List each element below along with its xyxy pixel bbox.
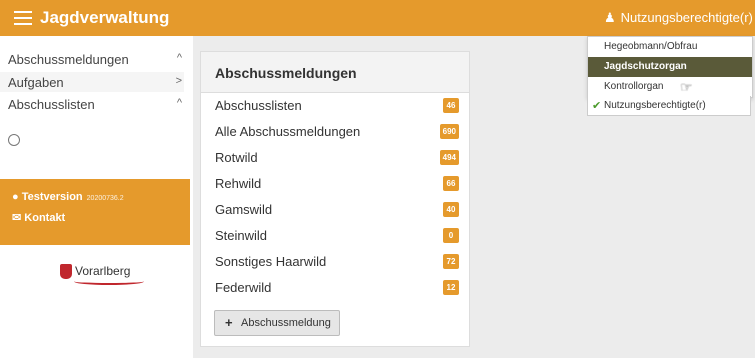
list-item-gamswild[interactable]: Gamswild 40: [215, 202, 459, 220]
dropdown-item-nutzungsberechtigte[interactable]: ✔ Nutzungsberechtigte(r): [587, 96, 751, 116]
list-item-label: Alle Abschussmeldungen: [215, 124, 361, 139]
count-badge: 12: [443, 280, 459, 295]
sidebar-item-label: Abschussmeldungen: [8, 52, 129, 67]
list-item-label: Gamswild: [215, 202, 273, 217]
list-item-abschusslisten[interactable]: Abschusslisten 46: [215, 98, 459, 116]
testversion-label: Testversion: [21, 191, 83, 203]
list-item-rotwild[interactable]: Rotwild 494: [215, 150, 459, 168]
top-bar: Jagdverwaltung ♟ Nutzungsberechtigte(r): [0, 0, 755, 36]
profile-icon[interactable]: [8, 134, 20, 146]
chevron-right-icon: >: [175, 75, 182, 87]
dropdown-item-label: Hegeobmann/Obfrau: [604, 41, 698, 52]
count-badge: 0: [443, 228, 459, 243]
add-abschussmeldung-button[interactable]: + Abschussmeldung: [214, 310, 340, 336]
user-role-label: Nutzungsberechtigte(r): [620, 10, 753, 25]
hamburger-menu-icon[interactable]: [14, 11, 32, 25]
dropdown-item-jagdschutzorgan[interactable]: Jagdschutzorgan: [588, 57, 752, 77]
sidebar-divider: [190, 36, 193, 358]
sidebar-item-aufgaben[interactable]: Aufgaben >: [0, 72, 184, 92]
count-badge: 46: [443, 98, 459, 113]
hand-cursor-icon: ☞: [680, 79, 693, 95]
crest-icon: [60, 264, 72, 280]
promo-panel: ● Testversion 20200736.2 ✉ Kontakt: [0, 179, 190, 245]
user-role-menu[interactable]: ♟ Nutzungsberechtigte(r): [604, 10, 753, 26]
list-item-rehwild[interactable]: Rehwild 66: [215, 176, 459, 194]
plus-icon: +: [225, 315, 233, 330]
list-item-label: Sonstiges Haarwild: [215, 254, 327, 269]
chevron-up-icon: ^: [176, 97, 182, 109]
dropdown-item-label: Nutzungsberechtigte(r): [604, 100, 706, 111]
sidebar-item-abschusslisten[interactable]: Abschusslisten ^: [8, 97, 184, 112]
testversion-row[interactable]: ● Testversion 20200736.2: [12, 191, 124, 203]
logo-text: Vorarlberg: [75, 264, 131, 278]
vorarlberg-logo: Vorarlberg: [60, 264, 144, 285]
kontakt-label: Kontakt: [24, 212, 66, 224]
kontakt-link[interactable]: ✉ Kontakt: [12, 211, 65, 224]
envelope-icon: ✉: [12, 212, 22, 224]
dropdown-item-hegeobmann[interactable]: Hegeobmann/Obfrau: [588, 37, 752, 57]
lightbulb-icon: ●: [12, 191, 19, 203]
card-title: Abschussmeldungen: [215, 65, 357, 81]
sidebar-item-label: Abschusslisten: [8, 97, 95, 112]
count-badge: 40: [443, 202, 459, 217]
list-item-alle-abschussmeldungen[interactable]: Alle Abschussmeldungen 690: [215, 124, 459, 142]
dropdown-item-kontrollorgan[interactable]: Kontrollorgan: [588, 77, 752, 97]
list-item-steinwild[interactable]: Steinwild 0: [215, 228, 459, 246]
logo-swoosh: [74, 278, 144, 285]
sidebar: Abschussmeldungen ^ Aufgaben > Abschussl…: [0, 36, 190, 358]
app-title[interactable]: Jagdverwaltung: [40, 8, 169, 28]
count-badge: 690: [439, 124, 459, 139]
list-item-label: Steinwild: [215, 228, 268, 243]
version-number: 20200736.2: [86, 195, 124, 202]
add-button-label: Abschussmeldung: [241, 317, 331, 329]
list-item-label: Abschusslisten: [215, 98, 302, 113]
abschussmeldungen-card: Abschussmeldungen Abschusslisten 46 Alle…: [200, 51, 470, 347]
dropdown-item-label: Kontrollorgan: [604, 81, 664, 92]
user-icon: ♟: [604, 10, 616, 25]
dropdown-item-label: Jagdschutzorgan: [604, 61, 687, 72]
count-badge: 494: [439, 150, 459, 165]
list-item-label: Federwild: [215, 280, 272, 295]
sidebar-item-label: Aufgaben: [8, 75, 64, 90]
checkmark-icon: ✔: [592, 100, 602, 112]
list-item-label: Rotwild: [215, 150, 258, 165]
list-item-label: Rehwild: [215, 176, 262, 191]
count-badge: 72: [443, 254, 459, 269]
count-badge: 66: [443, 176, 459, 191]
list-item-federwild[interactable]: Federwild 12: [215, 280, 459, 298]
sidebar-item-abschussmeldungen[interactable]: Abschussmeldungen ^: [8, 52, 184, 67]
card-header: Abschussmeldungen: [201, 52, 469, 93]
list-item-sonstiges-haarwild[interactable]: Sonstiges Haarwild 72: [215, 254, 459, 272]
chevron-up-icon: ^: [176, 52, 182, 64]
role-dropdown: Hegeobmann/Obfrau Jagdschutzorgan Kontro…: [587, 36, 753, 98]
